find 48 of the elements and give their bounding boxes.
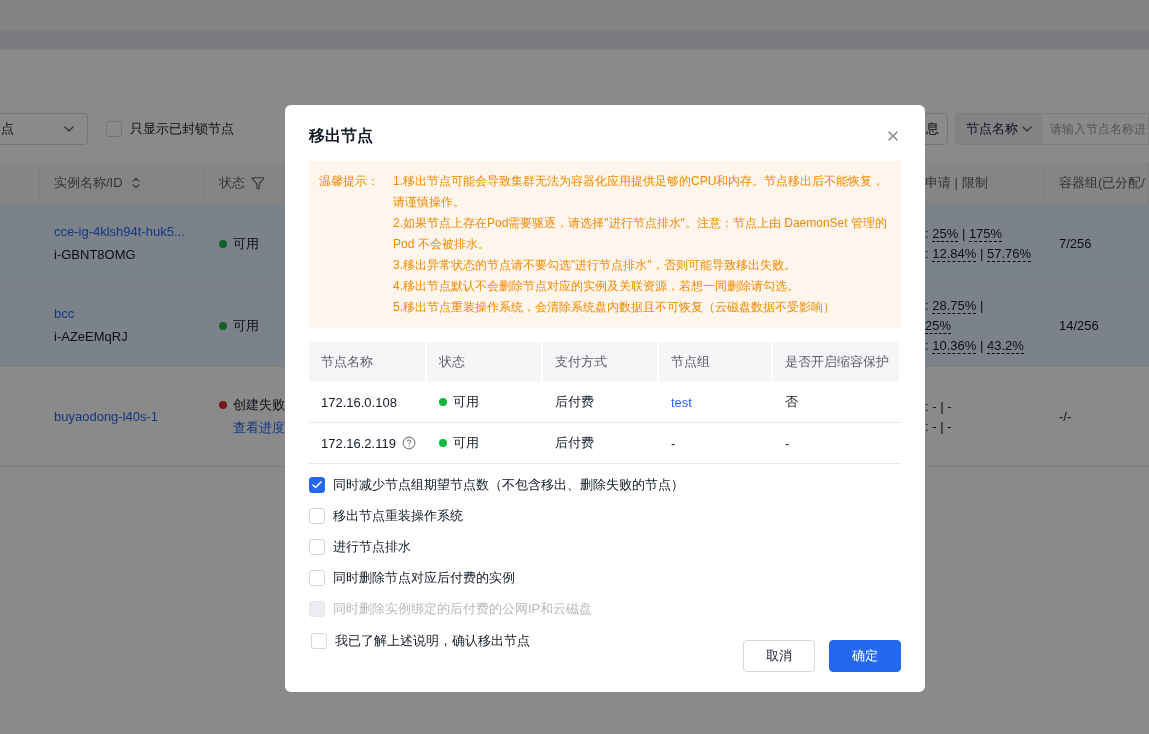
usage-text: : 28.75% | (925, 296, 985, 316)
dialog-title: 移出节点 (309, 125, 373, 146)
pod-count: 7/256 (1059, 234, 1093, 253)
instance-id: i-GBNT8OMG (54, 246, 137, 264)
pod-count: -/- (1059, 407, 1073, 426)
option-label: 进行节点排水 (333, 538, 411, 556)
usage-text: : - | - (925, 417, 953, 436)
billing-text: 后付费 (555, 434, 594, 452)
status-text: 可用 (453, 393, 479, 411)
billing-text: 后付费 (555, 393, 594, 411)
status-text: 可用 (453, 434, 479, 452)
option-label: 移出节点重装操作系统 (333, 507, 463, 525)
confirm-label: 我已了解上述说明，确认移出节点 (335, 632, 530, 650)
notice-label: 温馨提示： (319, 173, 379, 190)
node-group-text: - (671, 435, 676, 451)
usage-text: : 25% | 175% (925, 224, 1004, 244)
column-header: 实例名称/ID (54, 174, 123, 192)
column-header: 节点组 (671, 353, 710, 371)
node-name: 172.16.2.119 (321, 435, 396, 451)
usage-text: : - | - (925, 397, 953, 416)
status-text: 可用 (233, 316, 259, 335)
node-name: 172.16.0.108 (321, 394, 397, 410)
notice-text: 3.移出异常状态的节点请不要勾选"进行节点排水"，否则可能导致移出失败。 (393, 257, 797, 274)
option-label: 同时删除节点对应后付费的实例 (333, 569, 515, 587)
checkbox-label: 只显示已封锁节点 (130, 120, 234, 138)
status-text: 创建失败 (233, 396, 285, 414)
notice-text: 2.如果节点上存在Pod需要驱逐，请选择"进行节点排水"。注意：节点上由 DaemonSet 管理的 Pod 不会被排水。 (393, 215, 888, 253)
column-header: 状态 (219, 174, 245, 192)
notice-text: 4.移出节点默认不会删除节点对应的实例及关联资源，若想一同删除请勾选。 (393, 278, 800, 295)
protection-text: 否 (785, 393, 798, 411)
notice-text: 1.移出节点可能会导致集群无法为容器化应用提供足够的CPU和内存。节点移出后不能恢复，请谨慎操作。 (393, 173, 886, 211)
column-header: 状态 (439, 353, 465, 371)
option-label: 同时减少节点组期望节点数（不包含移出、删除失败的节点） (333, 476, 684, 494)
option-label: 同时删除实例绑定的后付费的公网IP和云磁盘 (333, 600, 593, 618)
select-value: 节点名称 (966, 120, 1018, 138)
instance-id: i-AZeEMqRJ (54, 328, 129, 346)
column-header: 支付方式 (555, 353, 607, 371)
usage-text: : 10.36% | 43.2% (925, 336, 1025, 356)
column-header: 节点名称 (321, 353, 373, 371)
status-text: 可用 (233, 234, 259, 253)
column-header: 是否开启缩容保护 (785, 353, 889, 371)
protection-text: - (785, 435, 790, 451)
notice-text: 5.移出节点重装操作系统，会清除系统盘内数据且不可恢复（云磁盘数据不受影响） (393, 299, 836, 316)
column-header: 申请 | 限制 (925, 174, 988, 192)
column-header: 容器组(已分配/ (1059, 174, 1145, 192)
pod-count: 14/256 (1059, 316, 1100, 335)
select-value: 点 (1, 120, 14, 138)
usage-text: : 12.84% | 57.76% (925, 244, 1033, 264)
